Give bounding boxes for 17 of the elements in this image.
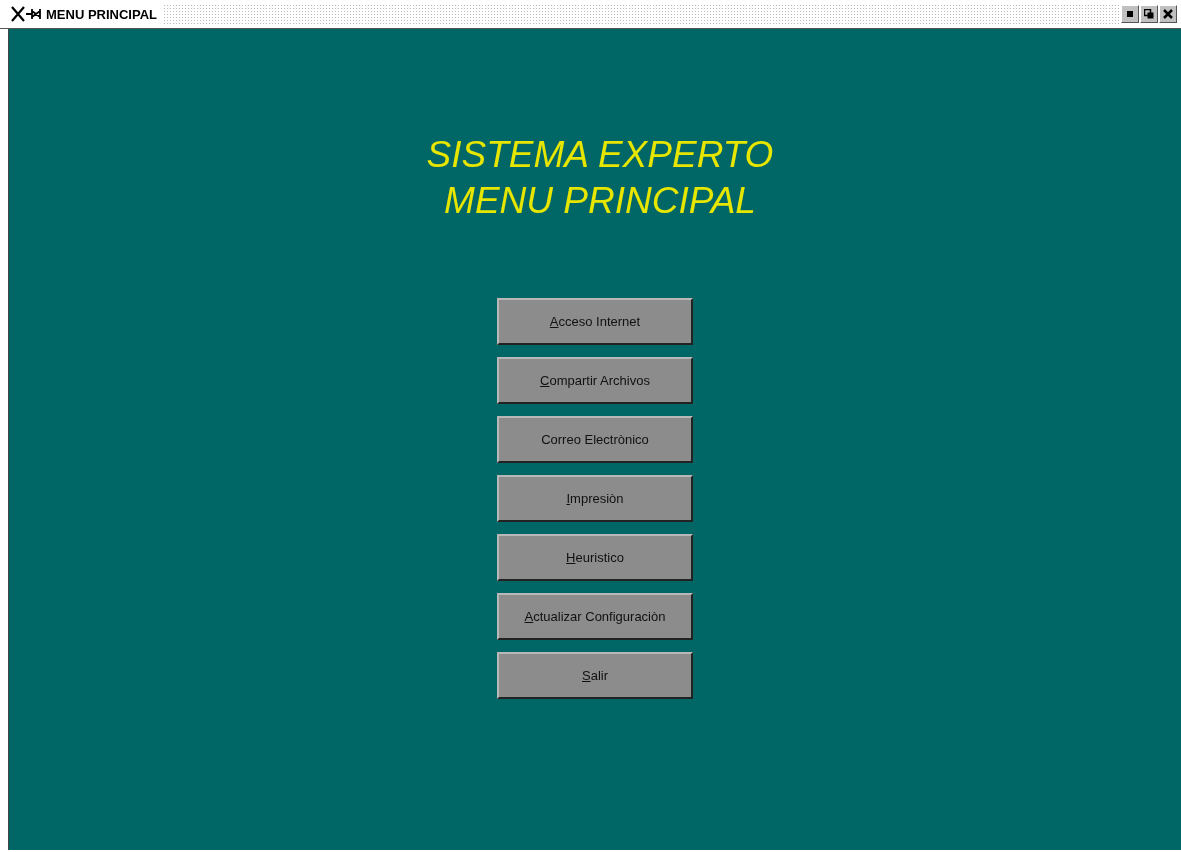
menu-button[interactable]: Salir xyxy=(497,652,693,699)
window-title: MENU PRINCIPAL xyxy=(46,6,157,22)
minimize-button[interactable] xyxy=(1121,5,1139,23)
restore-icon xyxy=(1144,9,1154,19)
restore-button[interactable] xyxy=(1140,5,1158,23)
heading-text: MENU PRINCIPAL xyxy=(444,179,756,223)
menu-button[interactable]: Compartir Archivos xyxy=(497,357,693,404)
menu-button[interactable]: Acceso Internet xyxy=(497,298,693,345)
close-icon xyxy=(1163,9,1173,19)
minimize-icon xyxy=(1127,11,1133,17)
menu-button[interactable]: Heuristico xyxy=(497,534,693,581)
menu-button[interactable]: Actualizar Configuraciòn xyxy=(497,593,693,640)
x-logo-icon xyxy=(10,6,44,22)
close-button[interactable] xyxy=(1159,5,1177,23)
heading-text: SISTEMA EXPERTO xyxy=(426,133,774,177)
menu-button[interactable]: Correo Electrònico xyxy=(497,416,693,463)
menu-button[interactable]: Impresiòn xyxy=(497,475,693,522)
